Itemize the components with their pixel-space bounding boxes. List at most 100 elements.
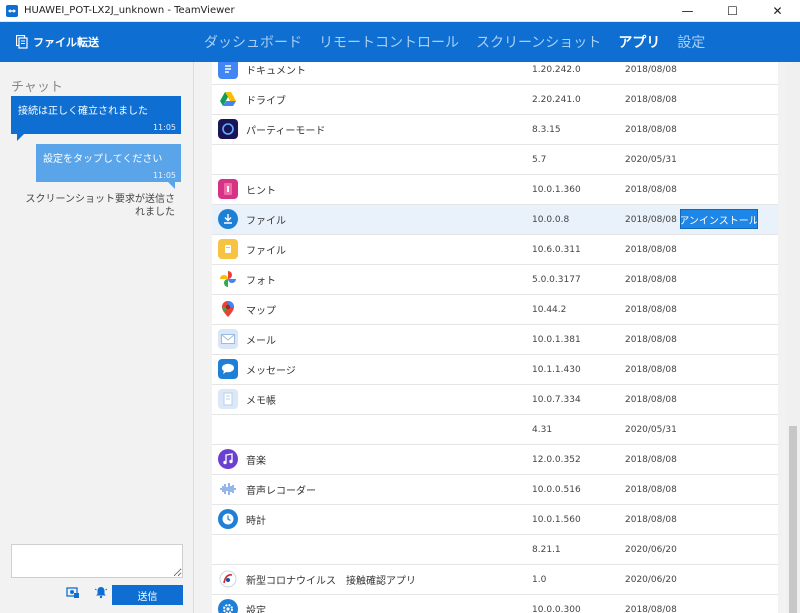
app-version: 10.44.2: [532, 304, 567, 315]
tab-apps[interactable]: アプリ: [618, 32, 660, 52]
app-date: 2018/08/08: [625, 484, 677, 495]
header-bar: ファイル転送 ダッシュボード リモートコントロール スクリーンショット アプリ …: [0, 22, 800, 62]
tab-settings[interactable]: 設定: [677, 32, 705, 52]
main-nav: ダッシュボード リモートコントロール スクリーンショット アプリ 設定: [204, 22, 722, 62]
app-row[interactable]: 新型コロナウイルス 接触確認アプリ 1.0 2020/06/20: [212, 565, 778, 595]
photos-icon: [218, 269, 238, 289]
app-row[interactable]: 8.21.1 2020/06/20: [212, 535, 778, 565]
app-row[interactable]: ヒント 10.0.1.360 2018/08/08: [212, 175, 778, 205]
cocoa-icon: [218, 569, 238, 589]
settings-icon: [218, 599, 238, 613]
app-name: メール: [246, 336, 276, 347]
send-button[interactable]: 送信: [112, 585, 183, 605]
app-list: ドキュメント 1.20.242.0 2018/08/08 ドライブ 2.20.2…: [212, 62, 778, 613]
app-row[interactable]: ファイル 10.6.0.311 2018/08/08: [212, 235, 778, 265]
app-name: ドライブ: [246, 96, 286, 107]
app-row[interactable]: ドライブ 2.20.241.0 2018/08/08: [212, 85, 778, 115]
window-title: HUAWEI_POT-LX2J_unknown - TeamViewer: [24, 5, 235, 16]
app-row[interactable]: 音楽 12.0.0.352 2018/08/08: [212, 445, 778, 475]
chat-message-text: 設定をタップしてください: [43, 154, 163, 165]
app-row[interactable]: フォト 5.0.0.3177 2018/08/08: [212, 265, 778, 295]
party-mode-icon: [218, 119, 238, 139]
chat-panel: チャット 接続は正しく確立されました 11:05 設定をタップしてください 11…: [0, 62, 194, 613]
app-row[interactable]: ドキュメント 1.20.242.0 2018/08/08: [212, 62, 778, 85]
bubble-tail: [167, 181, 175, 189]
app-row[interactable]: メモ帳 10.0.7.334 2018/08/08: [212, 385, 778, 415]
app-row[interactable]: パーティーモード 8.3.15 2018/08/08: [212, 115, 778, 145]
mail-icon: [218, 329, 238, 349]
app-date: 2020/05/31: [625, 154, 677, 165]
app-date: 2020/06/20: [625, 574, 677, 585]
app-date: 2018/08/08: [625, 184, 677, 195]
minimize-button[interactable]: —: [665, 0, 710, 22]
system-message: スクリーンショット要求が送信されました: [25, 194, 176, 218]
chat-input[interactable]: [11, 544, 183, 578]
app-version: 2.20.241.0: [532, 94, 581, 105]
app-version: 10.0.0.516: [532, 484, 581, 495]
app-row[interactable]: マップ 10.44.2 2018/08/08: [212, 295, 778, 325]
drive-icon: [218, 89, 238, 109]
chat-message-text: 接続は正しく確立されました: [18, 106, 148, 117]
app-row[interactable]: 音声レコーダー 10.0.0.516 2018/08/08: [212, 475, 778, 505]
app-version: 10.6.0.311: [532, 244, 581, 255]
app-date: 2018/08/08: [625, 514, 677, 525]
app-list-panel: ドキュメント 1.20.242.0 2018/08/08 ドライブ 2.20.2…: [194, 62, 786, 613]
app-date: 2018/08/08: [625, 334, 677, 345]
app-version: 10.0.1.381: [532, 334, 581, 345]
app-name: ヒント: [246, 186, 276, 197]
file-transfer-label: ファイル転送: [33, 36, 99, 49]
app-name: メッセージ: [246, 366, 296, 377]
tab-dashboard[interactable]: ダッシュボード: [204, 32, 302, 52]
folder-icon: [218, 239, 238, 259]
app-version: 12.0.0.352: [532, 454, 581, 465]
app-row[interactable]: メール 10.0.1.381 2018/08/08: [212, 325, 778, 355]
app-name: メモ帳: [246, 396, 276, 407]
download-icon: [218, 209, 238, 229]
app-version: 10.0.1.360: [532, 184, 581, 195]
app-version: 5.7: [532, 154, 547, 165]
app-date: 2018/08/08: [625, 304, 677, 315]
app-row[interactable]: 4.31 2020/05/31: [212, 415, 778, 445]
app-version: 1.0: [532, 574, 547, 585]
app-row[interactable]: 時計 10.0.1.560 2018/08/08: [212, 505, 778, 535]
app-date: 2018/08/08: [625, 454, 677, 465]
maximize-button[interactable]: ☐: [710, 0, 755, 22]
app-name: 音楽: [246, 456, 266, 467]
app-name: 新型コロナウイルス 接触確認アプリ: [246, 576, 416, 587]
app-row[interactable]: 設定 10.0.0.300 2018/08/08: [212, 595, 778, 613]
app-date: 2018/08/08: [625, 274, 677, 285]
app-version: 5.0.0.3177: [532, 274, 581, 285]
tips-icon: [218, 179, 238, 199]
tab-screenshot[interactable]: スクリーンショット: [476, 32, 601, 52]
close-button[interactable]: ✕: [755, 0, 800, 22]
app-version: 10.0.7.334: [532, 394, 581, 405]
app-date: 2020/05/31: [625, 424, 677, 435]
file-transfer-button[interactable]: ファイル転送: [16, 34, 99, 50]
app-row[interactable]: 5.7 2020/05/31: [212, 145, 778, 175]
app-date: 2018/08/08: [625, 604, 677, 613]
file-transfer-icon: [16, 35, 28, 49]
music-icon: [218, 449, 238, 469]
scrollbar[interactable]: [786, 62, 800, 613]
title-bar: HUAWEI_POT-LX2J_unknown - TeamViewer — ☐…: [0, 0, 800, 22]
tab-remote-control[interactable]: リモートコントロール: [319, 32, 459, 52]
scrollbar-thumb[interactable]: [789, 426, 797, 613]
app-version: 10.0.0.8: [532, 214, 570, 225]
app-date: 2018/08/08: [625, 364, 677, 375]
app-date: 2018/08/08: [625, 94, 677, 105]
maps-icon: [218, 299, 238, 319]
screenshot-request-icon[interactable]: [66, 585, 80, 599]
app-name: 設定: [246, 606, 266, 613]
chat-message-time: 11:05: [152, 171, 176, 180]
app-version: 10.1.1.430: [532, 364, 581, 375]
app-version: 10.0.1.560: [532, 514, 581, 525]
app-row[interactable]: ファイル 10.0.0.8 2018/08/08 アンインストール: [212, 205, 778, 235]
app-date: 2018/08/08: [625, 214, 677, 225]
app-name: フォト: [246, 276, 276, 287]
app-version: 10.0.0.300: [532, 604, 581, 613]
uninstall-button[interactable]: アンインストール: [680, 209, 758, 229]
app-row[interactable]: メッセージ 10.1.1.430 2018/08/08: [212, 355, 778, 385]
alert-icon[interactable]: [94, 585, 108, 599]
app-version: 8.21.1: [532, 544, 561, 555]
app-date: 2020/06/20: [625, 544, 677, 555]
